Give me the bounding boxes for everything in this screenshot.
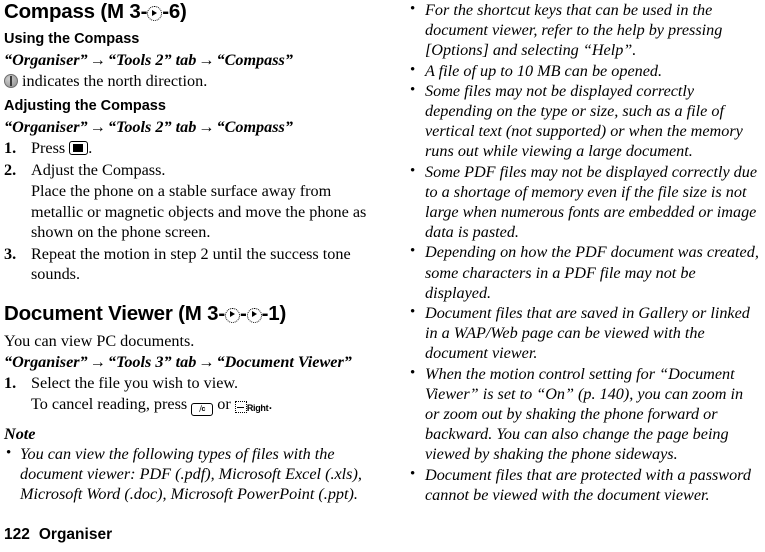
left-column: Compass (M 3- -6) Using the Compass “Orga… [4, 0, 382, 504]
path-part-2: “Tools 2” tab [107, 118, 197, 136]
compass-icon [4, 74, 18, 88]
menu-path-using-compass: “Organiser” → “Tools 2” tab → “Compass” [4, 50, 382, 70]
page-title-document-viewer: Document Viewer (M 3- - -1) [4, 302, 382, 326]
note-text: Document files that are protected with a… [425, 465, 751, 504]
list-item: • You can view the following types of fi… [4, 444, 382, 505]
note-text: When the motion control setting for “Doc… [425, 364, 744, 464]
step-text-after-key: . [88, 139, 93, 157]
soft-key-label: Right [246, 403, 269, 413]
footer-chapter-name: Organiser [38, 526, 113, 543]
bullet-icon: • [410, 162, 416, 179]
path-part-1: “Organiser” [4, 51, 88, 69]
page-footer: 122 Organiser [4, 525, 112, 544]
step-item: 3. Repeat the motion in step 2 until the… [4, 244, 382, 285]
path-part-2: “Tools 3” tab [107, 352, 197, 371]
step-text-before-key: Press [31, 139, 66, 157]
step-item: 1. Select the file you wish to view. To … [4, 373, 382, 419]
note-text: Some PDF files may not be displayed corr… [425, 162, 758, 242]
path-part-2: “Tools 2” tab [107, 51, 197, 69]
list-item: • Depending on how the PDF document was … [408, 242, 760, 303]
note-text: Document files that are saved in Gallery… [425, 304, 750, 363]
north-direction-line: indicates the north direction. [4, 71, 382, 91]
soft-key-box-icon [234, 400, 247, 413]
step-number: 3. [4, 244, 17, 263]
north-direction-text: indicates the north direction. [22, 72, 208, 90]
list-item: • A file of up to 10 MB can be opened. [408, 61, 760, 81]
list-item: • For the shortcut keys that can be used… [408, 0, 760, 61]
list-item: • Some files may not be displayed correc… [408, 81, 760, 162]
cancel-text-middle: or [217, 395, 231, 413]
step-item: 1. Press . [4, 138, 382, 159]
navigation-right-key-icon [224, 307, 240, 323]
step-text: Select the file you wish to view. [31, 373, 239, 392]
path-part-1: “Organiser” [4, 118, 88, 136]
right-column: • For the shortcut keys that can be used… [408, 0, 760, 505]
right-note-list: • For the shortcut keys that can be used… [408, 0, 760, 505]
footer-page-number: 122 [4, 526, 30, 543]
list-item: • Some PDF files may not be displayed co… [408, 162, 760, 243]
arrow-icon: → [198, 118, 215, 136]
heading-adjusting-the-compass: Adjusting the Compass [4, 98, 166, 114]
docviewer-intro-text: You can view PC documents. [4, 331, 195, 350]
navigation-right-key-icon [246, 307, 262, 323]
step-number: 1. [4, 373, 17, 392]
bullet-icon: • [6, 444, 12, 461]
page-title-compass: Compass (M 3- -6) [4, 0, 382, 24]
note-text: A file of up to 10 MB can be opened. [425, 61, 663, 80]
menu-path-document-viewer: “Organiser” → “Tools 3” tab → “Document View… [4, 352, 382, 372]
path-part-3: “Compass” [216, 51, 293, 69]
docviewer-title-middle: - [239, 301, 247, 325]
note-text: Depending on how the PDF document was cr… [425, 243, 759, 302]
arrow-icon: → [198, 352, 215, 371]
bullet-icon: • [410, 304, 416, 321]
docviewer-title-suffix: -1) [261, 301, 287, 325]
arrow-icon: → [198, 51, 215, 69]
compass-steps-list: 1. Press . 2. Adjust the Compass. Place … [4, 138, 382, 285]
path-part-1: “Organiser” [4, 352, 88, 371]
manual-page: Compass (M 3- -6) Using the Compass “Orga… [0, 0, 765, 552]
step-text: Adjust the Compass. [31, 160, 166, 179]
step-number: 2. [4, 160, 17, 179]
step-item: 2. Adjust the Compass. Place the phone o… [4, 160, 382, 243]
right-soft-key-icon: Right [234, 396, 269, 419]
path-part-3: “Document Viewer” [216, 352, 352, 371]
menu-path-adjusting-compass: “Organiser” → “Tools 2” tab → “Compass” [4, 117, 382, 137]
list-item: • When the motion control setting for “D… [408, 364, 760, 465]
clear-key-icon: ⧸c [191, 403, 214, 416]
compass-title-suffix: -6) [162, 0, 187, 23]
list-item: • Document files that are saved in Galle… [408, 303, 760, 364]
arrow-icon: → [89, 352, 106, 371]
step-number: 1. [4, 139, 17, 157]
bullet-icon: • [410, 81, 416, 98]
path-part-3: “Compass” [216, 118, 293, 136]
note-heading: Note [4, 424, 36, 443]
arrow-icon: → [89, 118, 106, 136]
note-text: You can view the following types of file… [20, 444, 362, 503]
left-note-list: • You can view the following types of fi… [4, 444, 382, 505]
heading-using-the-compass: Using the Compass [4, 31, 140, 47]
bullet-icon: • [410, 243, 416, 260]
two-column-layout: Compass (M 3- -6) Using the Compass “Orga… [0, 0, 765, 516]
cancel-text-after: . [268, 395, 273, 413]
bullet-icon: • [410, 61, 416, 78]
note-text: Some files may not be displayed correctl… [425, 81, 743, 161]
arrow-icon: → [89, 51, 106, 69]
step-text: Repeat the motion in step 2 until the su… [31, 244, 351, 284]
bullet-icon: • [410, 465, 416, 482]
bullet-icon: • [410, 1, 416, 17]
docviewer-title-prefix: Document Viewer (M 3- [4, 301, 225, 325]
cancel-reading-line: To cancel reading, press ⧸c or Right. [31, 394, 382, 419]
step-detail-text: Place the phone on a stable surface away… [31, 182, 367, 241]
cancel-text-before: To cancel reading, press [31, 395, 188, 413]
document-viewer-steps-list: 1. Select the file you wish to view. To … [4, 373, 382, 419]
navigation-right-key-icon [147, 6, 163, 21]
note-text: For the shortcut keys that can be used i… [425, 1, 723, 60]
center-key-icon [69, 141, 89, 155]
list-item: • Document files that are protected with… [408, 465, 760, 505]
compass-title-prefix: Compass (M 3- [4, 0, 148, 23]
bullet-icon: • [410, 364, 416, 381]
